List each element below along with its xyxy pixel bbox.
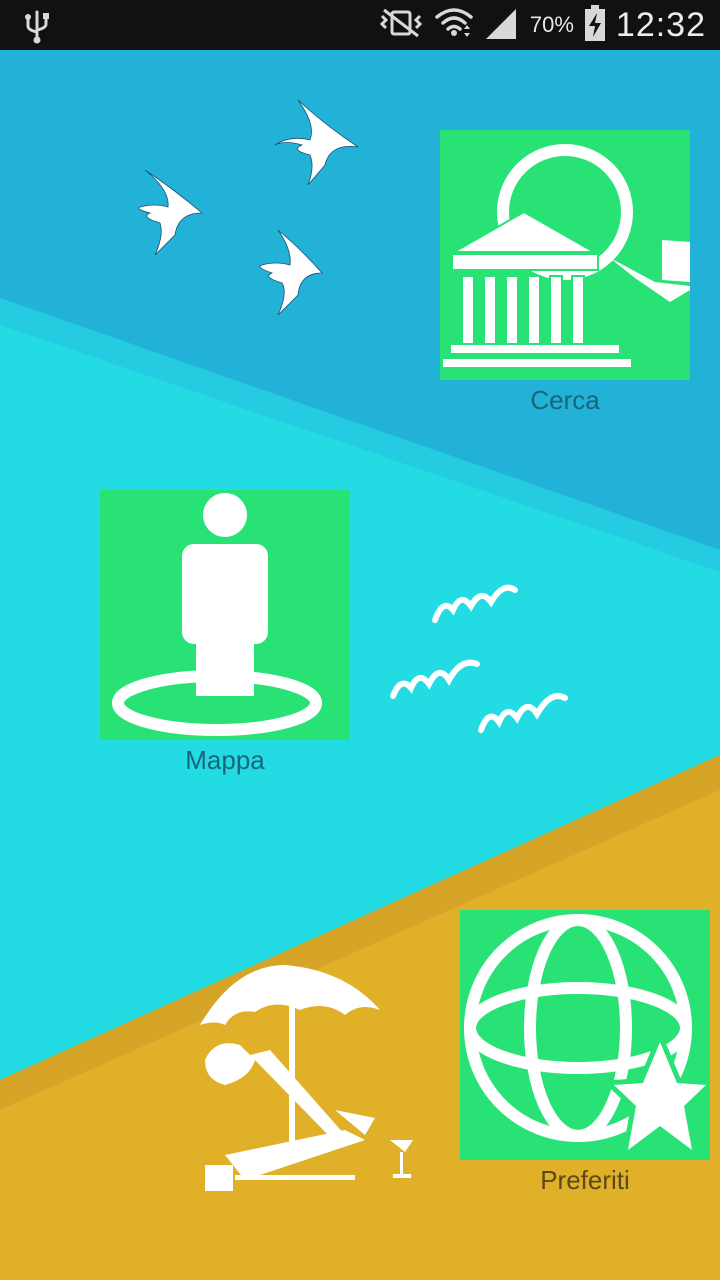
preferiti-label: Preferiti (540, 1165, 630, 1195)
battery-percent: 70% (529, 12, 574, 37)
home-screen: Cerca Mappa Preferiti (0, 50, 720, 1280)
usb-icon (22, 8, 52, 49)
battery-charging-icon (584, 4, 606, 47)
status-bar: 70% 12:32 (0, 0, 720, 50)
mappa-label: Mappa (185, 745, 265, 775)
search-museum-icon (441, 144, 690, 369)
cerca-button[interactable] (440, 130, 690, 380)
wifi-icon (434, 5, 474, 46)
beach-chair-icon (200, 965, 413, 1191)
cerca-label: Cerca (530, 385, 600, 415)
waves-icon (390, 584, 568, 733)
mappa-button[interactable] (100, 490, 350, 740)
signal-icon (484, 5, 520, 46)
preferiti-button[interactable] (460, 910, 710, 1160)
vibrate-mute-icon (378, 6, 424, 45)
globe-star-icon (464, 914, 710, 1155)
clock: 12:32 (615, 5, 706, 44)
swallows-icon (138, 99, 359, 316)
map-person-icon (112, 493, 322, 736)
